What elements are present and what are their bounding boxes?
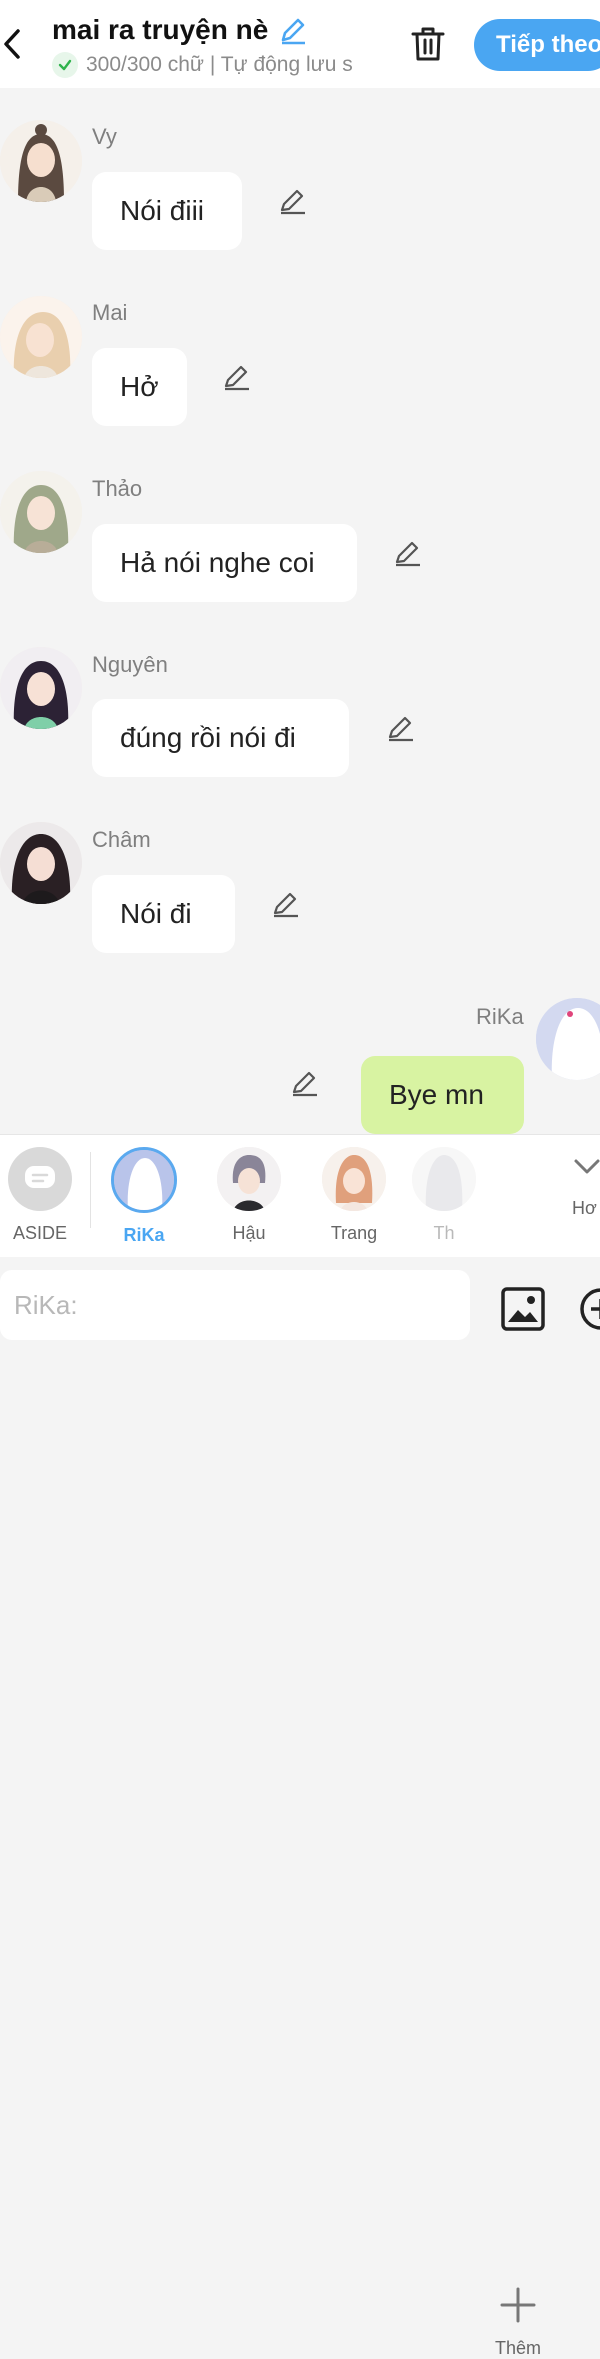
plus-icon — [500, 2287, 536, 2323]
message-input[interactable] — [0, 1270, 470, 1340]
avatar[interactable] — [0, 822, 82, 904]
character-hau[interactable]: Hậu — [209, 1147, 289, 1244]
check-icon — [52, 52, 78, 78]
more-label: Hơ — [572, 1198, 597, 1218]
character-avatar — [412, 1147, 476, 1211]
character-th[interactable]: Th — [412, 1147, 476, 1244]
message-input-bar — [0, 1258, 600, 1340]
avatar[interactable] — [536, 998, 600, 1080]
message-bubble[interactable]: Nói điii — [92, 172, 242, 250]
next-button[interactable]: Tiếp theo — [474, 19, 600, 71]
sender-name: Nguyên — [92, 652, 168, 677]
character-rika[interactable]: RiKa — [104, 1147, 184, 1246]
message-bubble[interactable]: Hở — [92, 348, 187, 426]
add-character-button[interactable]: Thêm — [488, 2285, 548, 2359]
avatar[interactable] — [0, 120, 82, 202]
sender-name: Mai — [92, 300, 128, 325]
trash-icon[interactable] — [408, 24, 448, 64]
message-bubble[interactable]: Bye mn — [361, 1056, 524, 1134]
back-icon[interactable] — [0, 22, 24, 66]
divider — [90, 1152, 91, 1228]
add-character-label: Thêm — [494, 2338, 541, 2358]
pencil-icon[interactable] — [278, 186, 308, 216]
pencil-icon[interactable] — [393, 538, 423, 568]
sender-name: RiKa — [476, 1004, 524, 1029]
pencil-icon[interactable] — [271, 889, 301, 919]
pencil-icon[interactable] — [290, 1068, 320, 1098]
message-bubble[interactable]: đúng rồi nói đi — [92, 699, 349, 777]
character-label: Th — [433, 1223, 455, 1243]
character-avatar — [217, 1147, 281, 1211]
character-label: Hậu — [232, 1223, 266, 1243]
edit-title-pencil-icon[interactable] — [278, 15, 308, 45]
character-trang[interactable]: Trang — [314, 1147, 394, 1244]
sender-name: Châm — [92, 827, 151, 852]
image-icon[interactable] — [500, 1286, 546, 1332]
more-button[interactable]: Hơ — [572, 1151, 600, 1219]
top-bar: mai ra truyện nè 300/300 chữ | Tự động l… — [0, 0, 600, 88]
character-avatar — [322, 1147, 386, 1211]
character-aside[interactable]: ASIDE — [0, 1147, 80, 1244]
aside-bubble-icon — [8, 1147, 72, 1211]
message-bubble[interactable]: Hả nói nghe coi — [92, 524, 357, 602]
message-bubble[interactable]: Nói đi — [92, 875, 235, 953]
avatar[interactable] — [0, 647, 82, 729]
add-circle-icon[interactable] — [578, 1286, 600, 1332]
pencil-icon[interactable] — [222, 362, 252, 392]
character-label: RiKa — [123, 1225, 165, 1245]
avatar[interactable] — [0, 296, 82, 378]
sender-name: Thảo — [92, 476, 143, 501]
character-label: ASIDE — [12, 1223, 68, 1243]
character-avatar — [111, 1147, 177, 1213]
sender-name: Vy — [92, 124, 117, 149]
chevron-down-icon — [574, 1159, 600, 1174]
character-label: Trang — [330, 1223, 378, 1243]
word-count-status: 300/300 chữ | Tự động lưu s — [86, 53, 353, 76]
save-status: 300/300 chữ | Tự động lưu s — [52, 52, 382, 78]
story-title-row[interactable]: mai ra truyện nè — [52, 14, 308, 46]
story-title[interactable]: mai ra truyện nè — [52, 14, 268, 46]
pencil-icon[interactable] — [386, 713, 416, 743]
avatar[interactable] — [0, 471, 82, 553]
